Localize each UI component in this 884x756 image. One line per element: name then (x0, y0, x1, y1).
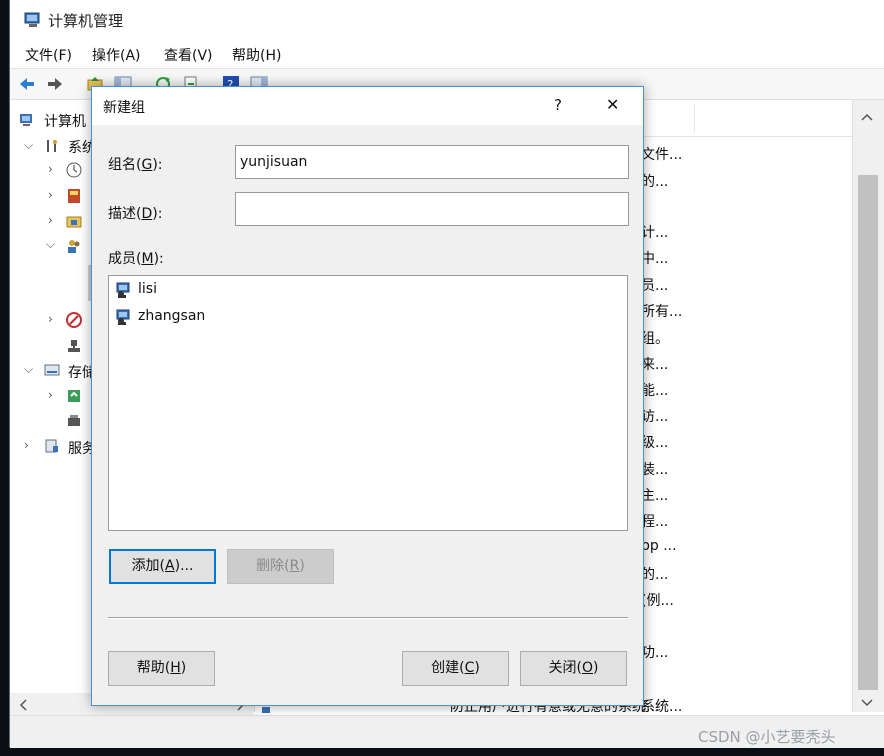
dialog-title-bar: 新建组 ? ✕ (92, 87, 643, 125)
help-button[interactable]: 帮助(H) (108, 651, 215, 686)
desc-fragment: 组。 (641, 331, 669, 347)
menu-action[interactable]: 操作(A) (92, 45, 141, 65)
dialog-title: 新建组 (103, 100, 145, 116)
desc-fragment: 的... (641, 174, 669, 190)
member-item[interactable]: lisi (138, 281, 157, 297)
group-name-label: 组名(G): (108, 157, 163, 173)
user-icon (116, 309, 130, 325)
dialog-help-icon[interactable]: ? (554, 96, 562, 114)
members-list[interactable]: lisi zhangsan (108, 275, 628, 531)
desc-fragment: 功... (641, 645, 669, 661)
desc-fragment: 级... (641, 435, 669, 451)
chevron-down-icon[interactable]: ⌵ (24, 138, 33, 153)
chevron-down-icon[interactable]: ⌵ (46, 237, 55, 252)
desc-fragment: 的... (641, 567, 669, 583)
system-tools-icon (47, 140, 57, 152)
desc-fragment: 员... (641, 278, 669, 294)
device-manager-icon (68, 340, 80, 352)
create-button[interactable]: 创建(C) (402, 651, 509, 686)
shared-folders-icon (66, 216, 82, 228)
local-users-groups-icon (68, 240, 80, 253)
chevron-right-icon[interactable]: › (48, 213, 53, 227)
back-arrow-icon[interactable] (18, 75, 36, 93)
member-item[interactable]: zhangsan (138, 308, 205, 324)
menu-view[interactable]: 查看(V) (164, 45, 213, 65)
desc-fragment: 主... (641, 488, 669, 504)
window-title: 计算机管理 (48, 12, 124, 30)
group-name-input[interactable] (235, 145, 629, 179)
menu-help[interactable]: 帮助(H) (232, 45, 281, 65)
user-icon (116, 282, 130, 298)
desc-fragment: 中... (641, 251, 669, 267)
members-label: 成员(M): (108, 251, 164, 267)
event-viewer-icon (68, 189, 80, 203)
description-input[interactable] (235, 192, 629, 226)
remove-member-button[interactable]: 删除(R) (227, 549, 334, 584)
services-icon (45, 439, 58, 453)
new-group-dialog: 新建组 ? ✕ 组名(G): 描述(D): 成员(M): lisi zhangs… (91, 86, 644, 706)
column-divider (694, 104, 695, 132)
chevron-down-icon[interactable]: ⌵ (24, 362, 33, 377)
menu-bar: 文件(F) 操作(A) 查看(V) 帮助(H) (10, 40, 884, 69)
windows-backup-icon (68, 390, 80, 402)
desc-fragment: 访... (641, 409, 669, 425)
disk-management-icon (68, 415, 80, 426)
computer-icon (20, 114, 32, 126)
chevron-right-icon[interactable]: › (48, 188, 53, 202)
close-button[interactable]: 关闭(O) (520, 651, 627, 686)
chevron-right-icon[interactable]: › (48, 162, 53, 176)
desc-fragment: 程... (641, 514, 669, 530)
desc-fragment: 文件... (641, 147, 683, 163)
menu-file[interactable]: 文件(F) (25, 45, 72, 65)
desc-fragment: 来... (641, 357, 669, 373)
performance-icon (66, 312, 82, 328)
add-member-button[interactable]: 添加(A)... (109, 549, 216, 584)
chevron-right-icon[interactable]: › (24, 438, 29, 452)
tree-root-label[interactable]: 计算机 (44, 111, 86, 131)
dialog-close-icon[interactable]: ✕ (606, 95, 619, 114)
forward-arrow-icon[interactable] (46, 75, 64, 93)
chevron-right-icon[interactable]: › (48, 388, 53, 402)
task-scheduler-icon (66, 162, 82, 178)
watermark: CSDN @小艺要秃头 (698, 728, 836, 746)
desc-fragment: 装... (641, 462, 669, 478)
title-bar: 计算机管理 (10, 0, 884, 40)
description-label: 描述(D): (108, 206, 163, 222)
computer-management-icon (24, 12, 40, 27)
desc-fragment: 所有... (641, 304, 683, 320)
chevron-right-icon[interactable]: › (48, 312, 53, 326)
scroll-left-icon[interactable] (18, 698, 28, 712)
desc-fragment: pp ... (641, 538, 677, 554)
desc-fragment: 能... (641, 383, 669, 399)
vertical-scrollbar-thumb[interactable] (858, 175, 878, 690)
scroll-up-icon[interactable] (860, 112, 874, 122)
storage-icon (44, 364, 60, 376)
separator (108, 617, 628, 619)
desc-fragment: (例... (641, 593, 674, 609)
desc-fragment: 计... (641, 225, 669, 241)
scroll-down-icon[interactable] (860, 698, 874, 708)
